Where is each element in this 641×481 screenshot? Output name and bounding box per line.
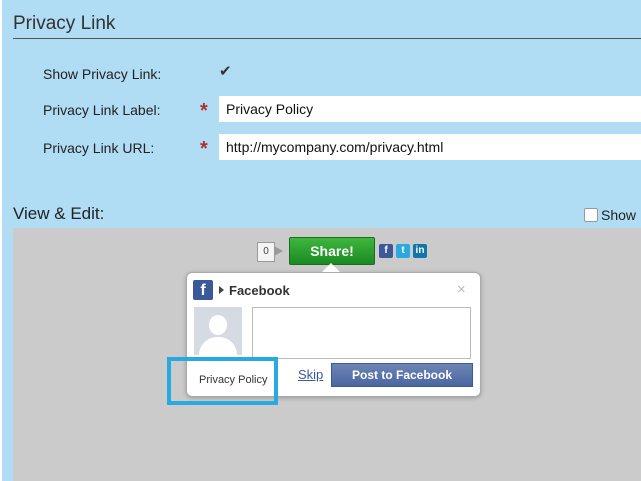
avatar-body [199, 337, 237, 355]
privacy-policy-link[interactable]: Privacy Policy [199, 374, 267, 386]
popup-network-title: Facebook [229, 283, 290, 298]
message-textarea[interactable] [252, 307, 471, 359]
left-edge-strip [0, 0, 2, 481]
section-divider [13, 38, 641, 39]
avatar [194, 307, 242, 355]
facebook-logo-icon: f [193, 280, 213, 300]
linkedin-icon[interactable]: in [413, 244, 427, 258]
popup-caret [322, 263, 340, 272]
facebook-icon[interactable]: f [379, 244, 393, 258]
share-button[interactable]: Share! [289, 237, 375, 265]
chevron-right-icon [219, 286, 224, 294]
share-count-arrow-icon [274, 246, 283, 256]
privacy-link-url-label: Privacy Link URL: [43, 140, 155, 156]
twitter-icon[interactable]: t [396, 244, 410, 258]
privacy-link-url-input[interactable]: http://mycompany.com/privacy.html [219, 134, 641, 160]
skip-link[interactable]: Skip [298, 367, 323, 382]
show-privacy-link-checkbox[interactable]: ✔ [219, 64, 233, 79]
required-marker: * [200, 100, 208, 122]
share-count: 0 [257, 242, 275, 262]
privacy-link-label-label: Privacy Link Label: [43, 102, 161, 118]
show-checkbox[interactable] [584, 208, 598, 222]
close-icon[interactable]: × [457, 281, 466, 298]
post-to-facebook-button[interactable]: Post to Facebook [331, 363, 473, 387]
section-title: Privacy Link [13, 13, 116, 34]
show-privacy-link-label: Show Privacy Link: [43, 66, 162, 82]
privacy-link-label-input[interactable]: Privacy Policy [219, 96, 641, 122]
show-checkbox-label[interactable]: Show [601, 207, 636, 223]
avatar-head [209, 315, 227, 335]
view-edit-title: View & Edit: [13, 204, 105, 223]
required-marker: * [200, 138, 208, 160]
